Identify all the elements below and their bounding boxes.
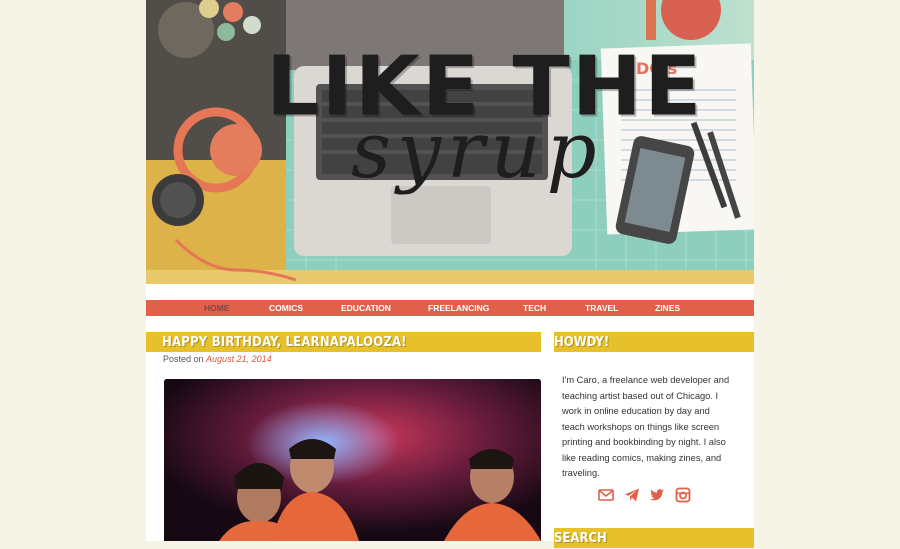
post-featured-image[interactable]	[164, 379, 541, 541]
nav-item-freelancing[interactable]: FREELANCING	[428, 300, 489, 316]
nav-item-comics[interactable]: COMICS	[269, 300, 303, 316]
twitter-icon[interactable]	[649, 487, 665, 503]
post-meta: Posted on August 21, 2014	[163, 354, 272, 364]
nav-item-zines[interactable]: ZINES	[655, 300, 680, 316]
nav-item-tech[interactable]: TECH	[523, 300, 546, 316]
howdy-widget-text: I'm Caro, a freelance web developer and …	[562, 375, 730, 478]
post-title[interactable]: HAPPY BIRTHDAY, LEARNAPALOOZA!	[162, 332, 407, 353]
post-photo	[164, 379, 541, 541]
post-title-bar: HAPPY BIRTHDAY, LEARNAPALOOZA!	[146, 332, 541, 352]
site-subtitle[interactable]: syrup	[351, 112, 603, 190]
howdy-widget-bar: HOWDY!	[554, 332, 754, 352]
instagram-icon[interactable]	[675, 487, 691, 503]
header-banner[interactable]: DO's LIKE THE syrup	[146, 0, 754, 284]
howdy-widget-title: HOWDY!	[554, 335, 610, 350]
page-container: DO's LIKE THE syrup HOME COMICS EDUCATIO…	[146, 0, 754, 548]
paper-plane-icon[interactable]	[624, 487, 640, 503]
nav-item-travel[interactable]: TRAVEL	[585, 300, 618, 316]
post-date-link[interactable]: August 21, 2014	[206, 354, 272, 364]
nav-item-education[interactable]: EDUCATION	[341, 300, 391, 316]
posted-on-label: Posted on	[163, 354, 204, 364]
search-widget-bar: SEARCH	[554, 528, 754, 548]
nav-item-home[interactable]: HOME	[204, 300, 230, 316]
mail-icon[interactable]	[598, 487, 614, 503]
main-nav: HOME COMICS EDUCATION FREELANCING TECH T…	[146, 300, 754, 316]
search-widget-title: SEARCH	[554, 531, 607, 546]
social-links	[598, 487, 718, 505]
